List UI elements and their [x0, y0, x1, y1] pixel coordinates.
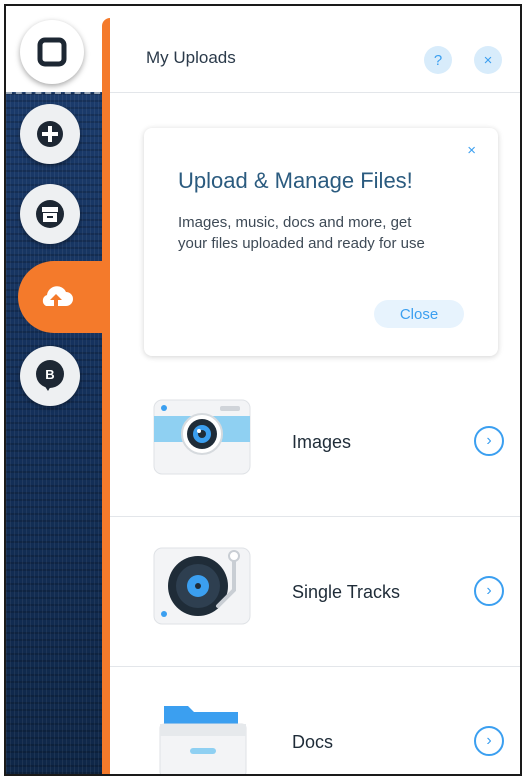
help-button[interactable]: ? [424, 46, 452, 74]
file-drawer-icon [159, 706, 247, 774]
editor-window: B My Uploads ? × × Upload & Manage Files… [4, 4, 522, 776]
promo-close-button[interactable]: Close [374, 300, 464, 328]
add-button[interactable] [20, 104, 80, 164]
single-tracks-arrow-button[interactable]: › [474, 576, 504, 606]
category-label-docs: Docs [292, 732, 334, 752]
blog-icon: B [36, 360, 64, 391]
upload-cloud-icon [42, 286, 73, 306]
promo-description: Images, music, docs and more, get your f… [178, 214, 425, 252]
add-icon [37, 121, 63, 147]
upload-tab-active[interactable] [18, 261, 110, 333]
category-label-images: Images [292, 432, 352, 452]
category-row-single-tracks[interactable]: Single Tracks › [110, 516, 520, 667]
panel-title: My Uploads [146, 48, 236, 67]
left-toolbar: B [6, 6, 110, 774]
store-button[interactable] [20, 184, 80, 244]
panel-header: My Uploads ? × [110, 16, 520, 93]
camera-icon [153, 399, 251, 475]
blog-badge-letter: B [45, 367, 54, 382]
promo-dismiss-button[interactable]: × [467, 142, 476, 159]
category-row-docs[interactable]: Docs › [110, 666, 520, 774]
blog-button[interactable]: B [20, 346, 80, 406]
promo-title: Upload & Manage Files! [178, 168, 413, 193]
images-arrow-button[interactable]: › [474, 426, 504, 456]
square-page-icon [37, 37, 67, 67]
promo-card: × Upload & Manage Files! Images, music, … [144, 128, 498, 356]
category-label-single-tracks: Single Tracks [292, 582, 401, 602]
vinyl-record-icon [153, 547, 251, 625]
panel-close-button[interactable]: × [474, 46, 502, 74]
toolbar-divider [6, 92, 110, 94]
category-row-images[interactable]: Images › [110, 366, 520, 517]
docs-arrow-button[interactable]: › [474, 726, 504, 756]
my-uploads-panel: My Uploads ? × × Upload & Manage Files! … [110, 16, 520, 774]
store-icon [36, 200, 64, 228]
pages-button[interactable] [20, 20, 84, 84]
